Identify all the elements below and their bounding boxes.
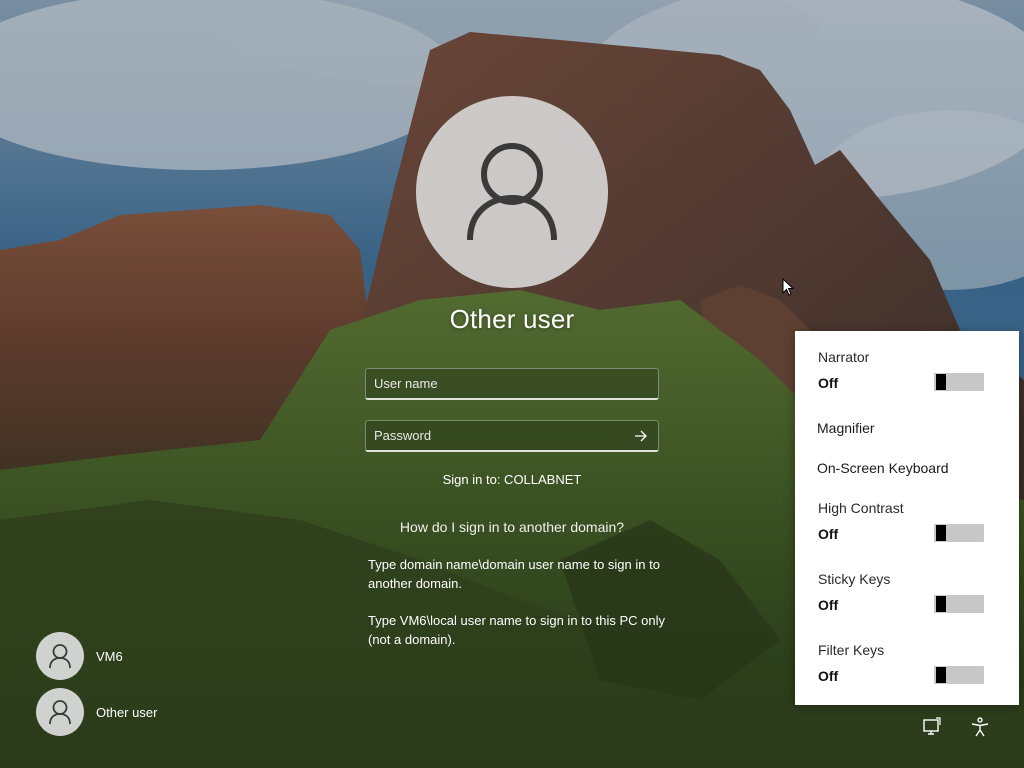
on-screen-keyboard-button[interactable]: On-Screen Keyboard [817,460,949,476]
user-name: VM6 [96,648,123,664]
toggle-knob [936,667,946,683]
person-icon [467,143,557,241]
user-name: Other user [96,704,158,720]
network-icon[interactable] [921,716,943,738]
sticky-keys-state: Off [818,597,839,613]
accessibility-flyout: Narrator Off Magnifier On-Screen Keyboar… [795,331,1019,705]
narrator-state: Off [818,375,839,391]
filter-keys-toggle[interactable] [934,666,984,684]
username-input[interactable] [366,369,658,398]
filter-keys-state: Off [818,668,839,684]
user-tile-other-user[interactable]: Other user [36,688,157,736]
accessibility-icon[interactable] [969,716,991,738]
narrator-label: Narrator [818,349,870,365]
toggle-knob [936,525,946,541]
user-tile-vm6[interactable]: VM6 [36,632,123,680]
high-contrast-label: High Contrast [818,500,904,516]
filter-keys-label: Filter Keys [818,642,885,658]
toggle-knob [936,374,946,390]
person-icon [49,700,71,725]
user-avatar [36,688,84,736]
password-input[interactable] [366,421,658,450]
sticky-keys-label: Sticky Keys [818,571,891,587]
user-avatar [36,632,84,680]
username-field-container [365,368,659,400]
person-icon [49,644,71,669]
help-text-domain: Type domain name\domain user name to sig… [368,557,660,591]
arrow-right-icon[interactable] [634,429,648,443]
narrator-toggle[interactable] [934,373,984,391]
high-contrast-state: Off [818,526,839,542]
user-avatar-large [416,96,608,288]
password-field-container [365,420,659,452]
help-text-local: Type VM6\local user name to sign in to t… [368,613,665,647]
sticky-keys-toggle[interactable] [934,595,984,613]
high-contrast-toggle[interactable] [934,524,984,542]
magnifier-button[interactable]: Magnifier [817,420,875,436]
mouse-cursor-icon [782,278,794,296]
toggle-knob [936,596,946,612]
